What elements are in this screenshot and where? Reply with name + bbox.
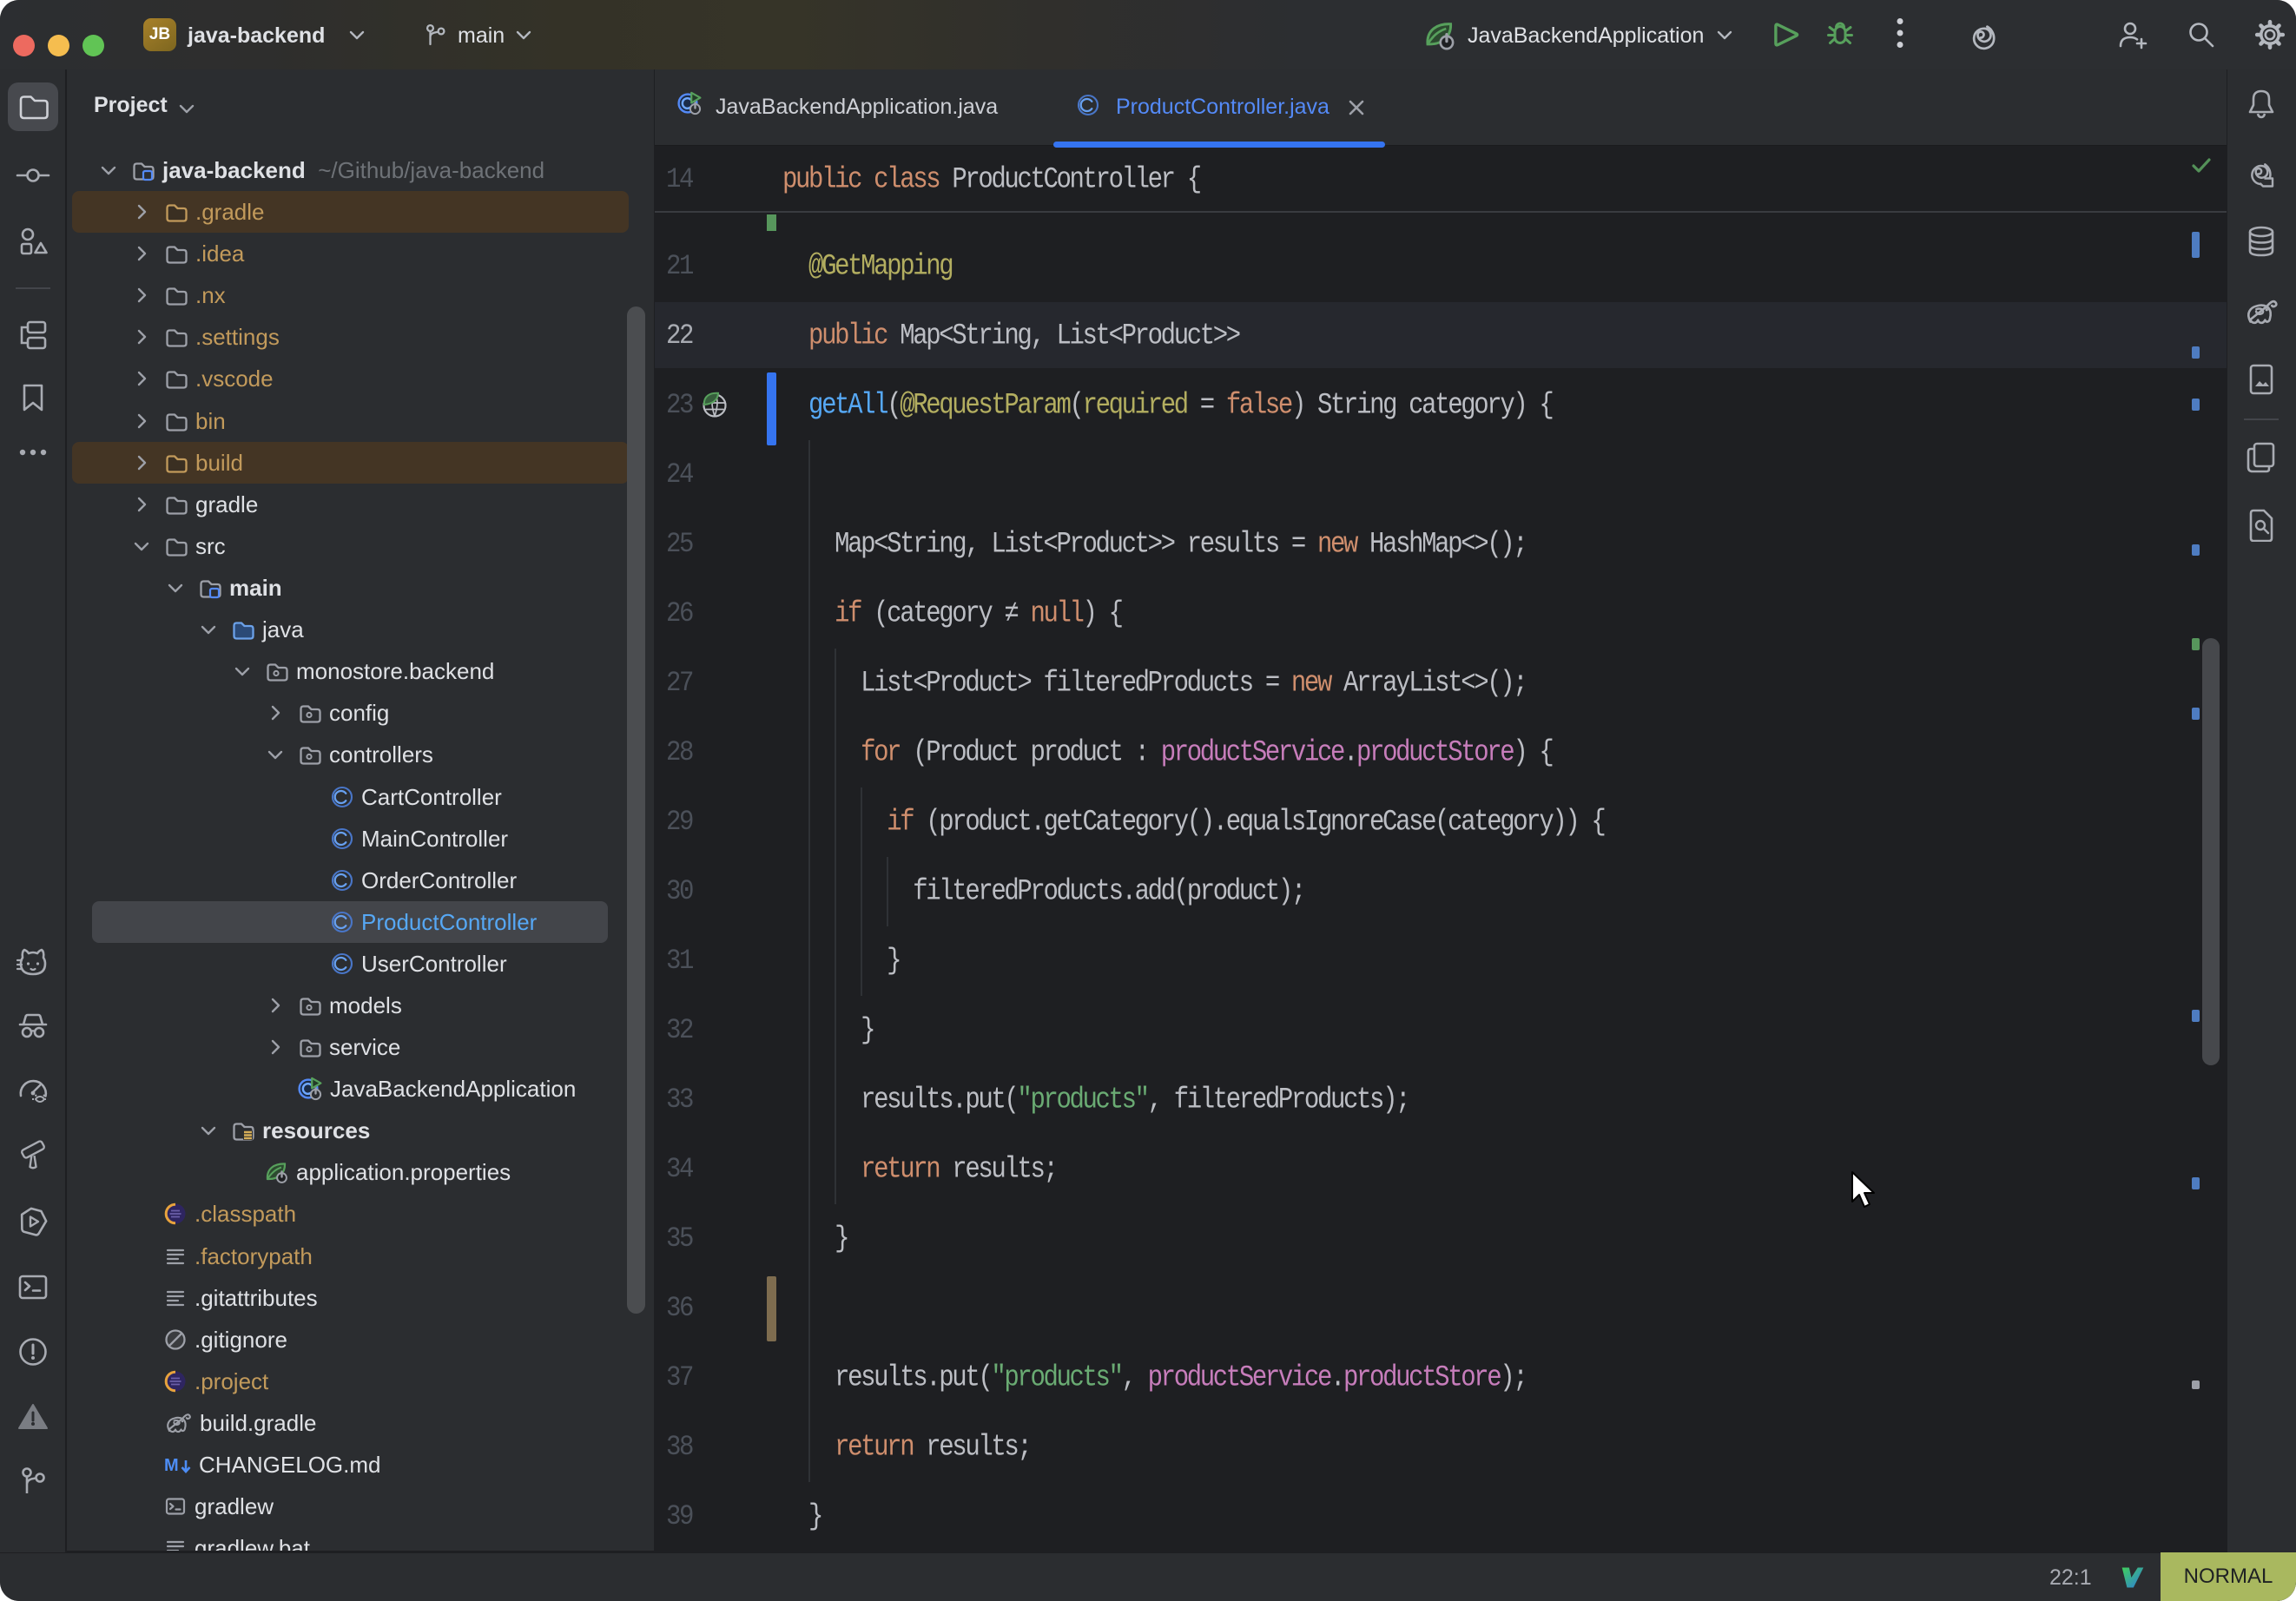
- svg-text:M: M: [164, 1456, 179, 1475]
